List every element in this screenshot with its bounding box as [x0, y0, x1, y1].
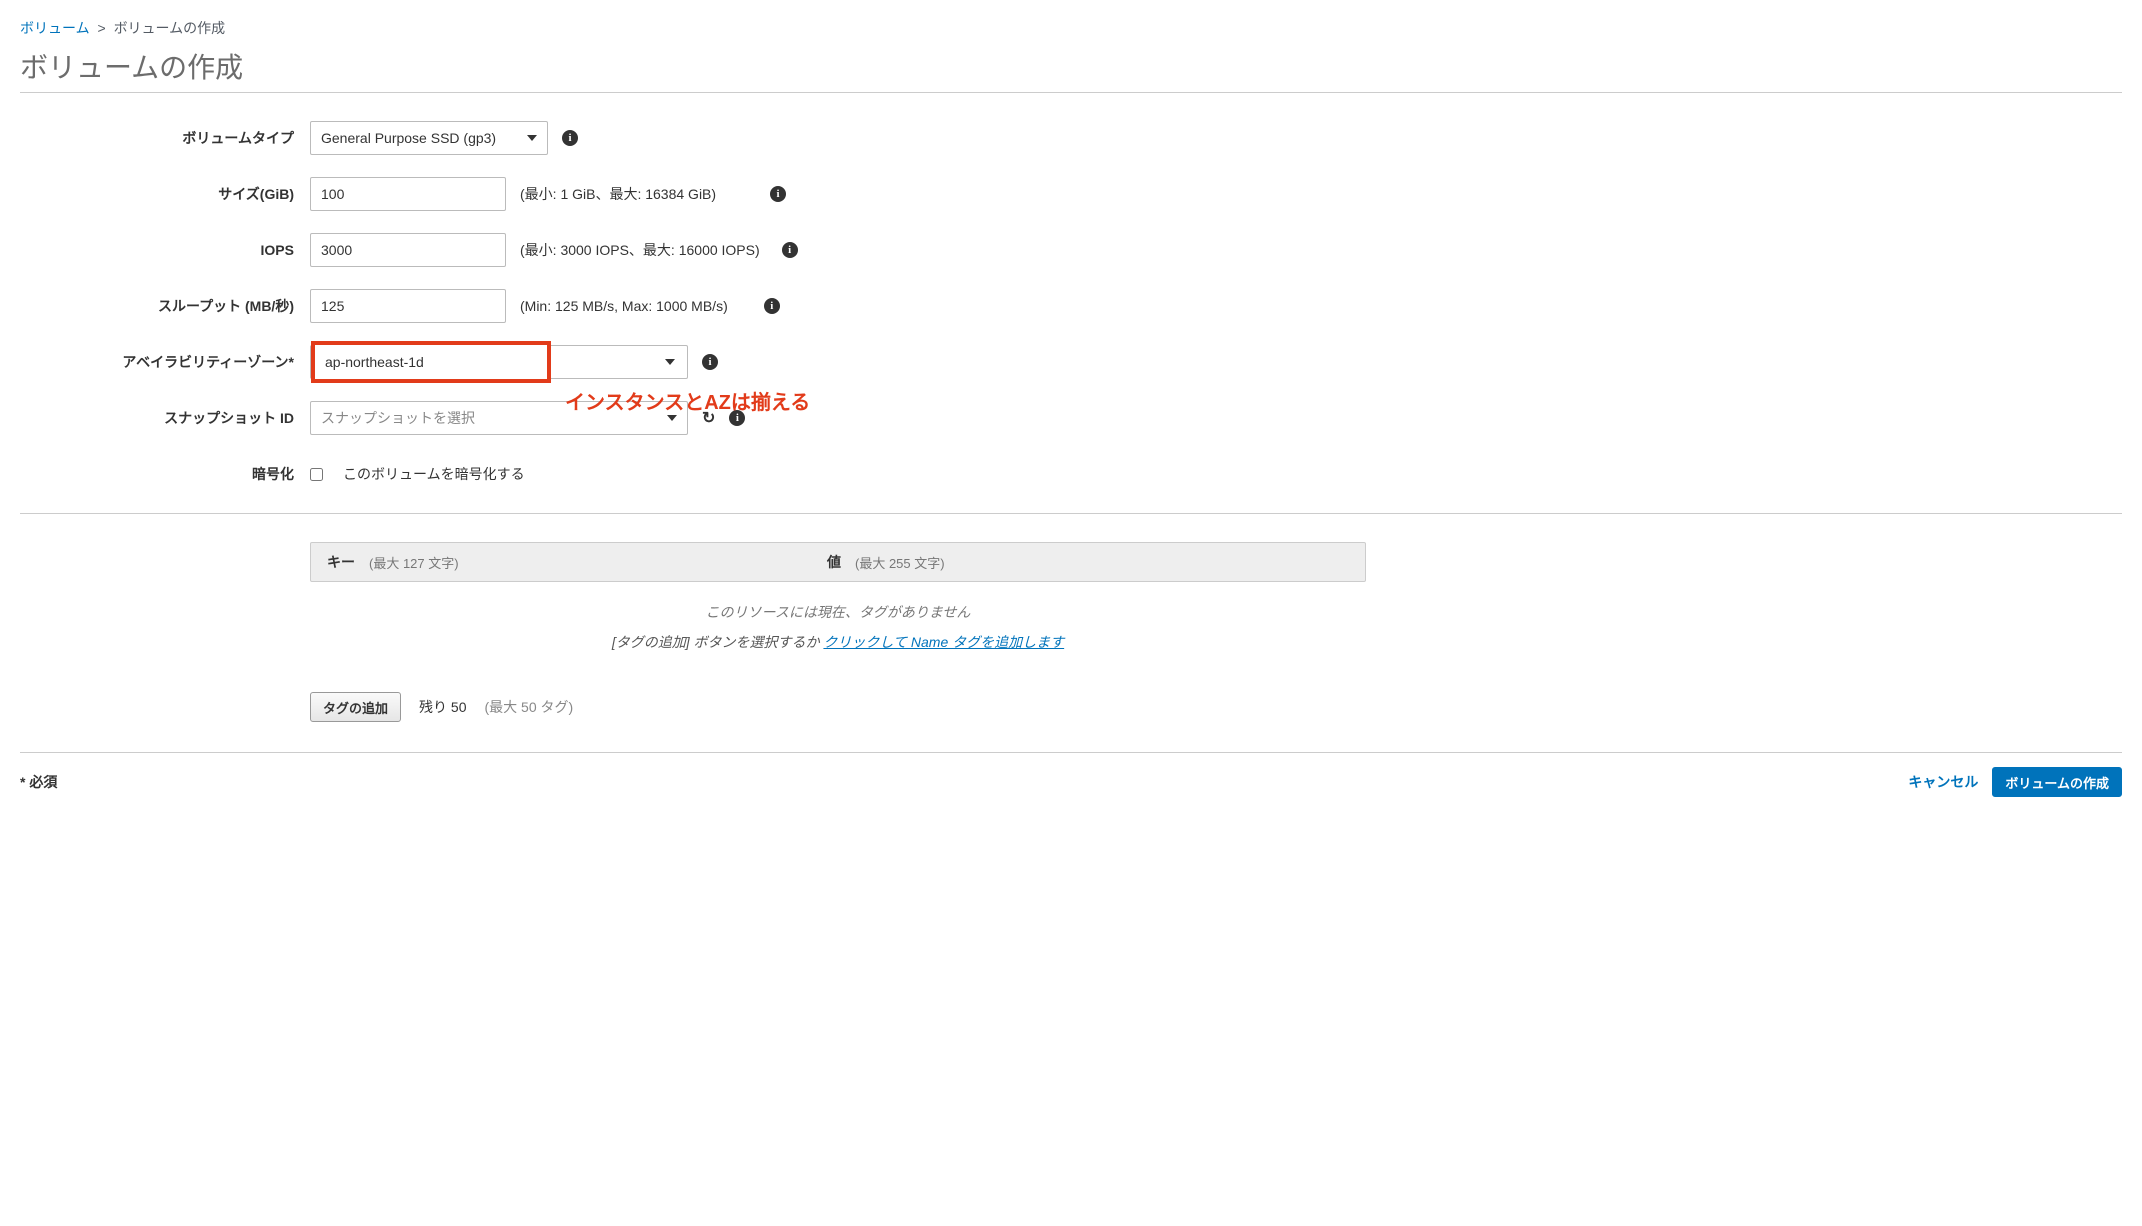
- required-note: * 必須: [20, 772, 57, 792]
- encrypt-checkbox[interactable]: [310, 468, 323, 481]
- tags-header: キー (最大 127 文字) 値 (最大 255 文字): [310, 542, 1366, 582]
- info-icon[interactable]: [562, 130, 578, 146]
- chevron-down-icon: [667, 415, 677, 421]
- throughput-value: 125: [321, 298, 344, 314]
- size-value: 100: [321, 186, 344, 202]
- info-icon[interactable]: [764, 298, 780, 314]
- size-label: サイズ(GiB): [20, 184, 310, 204]
- annotation-text: インスタンスとAZは揃える: [565, 386, 810, 415]
- tags-remaining-hint: (最大 50 タグ): [484, 697, 573, 717]
- volume-type-select[interactable]: General Purpose SSD (gp3): [310, 121, 548, 155]
- iops-input[interactable]: 3000: [310, 233, 506, 267]
- az-value-box: ap-northeast-1d: [311, 341, 551, 383]
- row-iops: IOPS 3000 (最小: 3000 IOPS、最大: 16000 IOPS): [20, 233, 2122, 267]
- az-select[interactable]: ap-northeast-1d: [310, 345, 688, 379]
- breadcrumb-root-link[interactable]: ボリューム: [20, 20, 90, 36]
- form-area: ボリュームタイプ General Purpose SSD (gp3) サイズ(G…: [20, 121, 2122, 491]
- chevron-down-icon: [665, 359, 675, 365]
- info-icon[interactable]: [782, 242, 798, 258]
- tags-header-value-hint: (最大 255 文字): [855, 553, 945, 572]
- size-hint: (最小: 1 GiB、最大: 16384 GiB): [520, 184, 716, 204]
- info-icon[interactable]: [770, 186, 786, 202]
- row-snapshot: スナップショット ID スナップショットを選択 ↻: [20, 401, 2122, 435]
- throughput-hint: (Min: 125 MB/s, Max: 1000 MB/s): [520, 298, 728, 314]
- iops-value: 3000: [321, 242, 352, 258]
- size-input[interactable]: 100: [310, 177, 506, 211]
- row-encrypt: 暗号化 このボリュームを暗号化する: [20, 457, 2122, 491]
- tags-add-name-link[interactable]: クリックして Name タグを追加します: [823, 634, 1064, 650]
- tags-remaining: 残り 50: [419, 697, 466, 717]
- row-az: アベイラビリティーゾーン* ap-northeast-1d: [20, 345, 2122, 379]
- divider: [20, 513, 2122, 514]
- breadcrumb-current: ボリュームの作成: [114, 20, 226, 36]
- add-tag-button[interactable]: タグの追加: [310, 692, 401, 722]
- az-label: アベイラビリティーゾーン*: [20, 352, 310, 372]
- tags-header-key: キー: [327, 552, 355, 572]
- snapshot-label: スナップショット ID: [20, 408, 310, 428]
- tags-header-value: 値: [827, 552, 841, 572]
- encrypt-text: このボリュームを暗号化する: [343, 464, 525, 484]
- throughput-input[interactable]: 125: [310, 289, 506, 323]
- volume-type-label: ボリュームタイプ: [20, 128, 310, 148]
- footer-bar: * 必須 キャンセル ボリュームの作成: [20, 753, 2122, 797]
- breadcrumb: ボリューム > ボリュームの作成: [20, 18, 2122, 38]
- iops-label: IOPS: [20, 242, 310, 258]
- tags-footer: タグの追加 残り 50 (最大 50 タグ): [310, 692, 1366, 722]
- snapshot-placeholder: スナップショットを選択: [321, 408, 475, 428]
- page-title: ボリュームの作成: [20, 46, 2122, 93]
- tags-empty-message: このリソースには現在、タグがありません: [310, 582, 1366, 626]
- breadcrumb-separator: >: [97, 20, 105, 36]
- cancel-button[interactable]: キャンセル: [1908, 772, 1978, 792]
- encrypt-checkbox-label[interactable]: このボリュームを暗号化する: [310, 464, 525, 484]
- tags-header-key-hint: (最大 127 文字): [369, 553, 459, 572]
- row-size: サイズ(GiB) 100 (最小: 1 GiB、最大: 16384 GiB): [20, 177, 2122, 211]
- chevron-down-icon: [527, 135, 537, 141]
- create-volume-button[interactable]: ボリュームの作成: [1992, 767, 2122, 797]
- throughput-label: スループット (MB/秒): [20, 296, 310, 316]
- tags-add-hint: [タグの追加] ボタンを選択するか クリックして Name タグを追加します: [310, 632, 1366, 652]
- tags-add-hint-pre: [タグの追加] ボタンを選択するか: [612, 634, 820, 650]
- tags-section: キー (最大 127 文字) 値 (最大 255 文字) このリソースには現在、…: [310, 542, 1366, 722]
- info-icon[interactable]: [702, 354, 718, 370]
- az-value: ap-northeast-1d: [325, 354, 424, 370]
- row-throughput: スループット (MB/秒) 125 (Min: 125 MB/s, Max: 1…: [20, 289, 2122, 323]
- row-volume-type: ボリュームタイプ General Purpose SSD (gp3): [20, 121, 2122, 155]
- iops-hint: (最小: 3000 IOPS、最大: 16000 IOPS): [520, 240, 760, 260]
- encrypt-label: 暗号化: [20, 464, 310, 484]
- volume-type-value: General Purpose SSD (gp3): [321, 130, 496, 146]
